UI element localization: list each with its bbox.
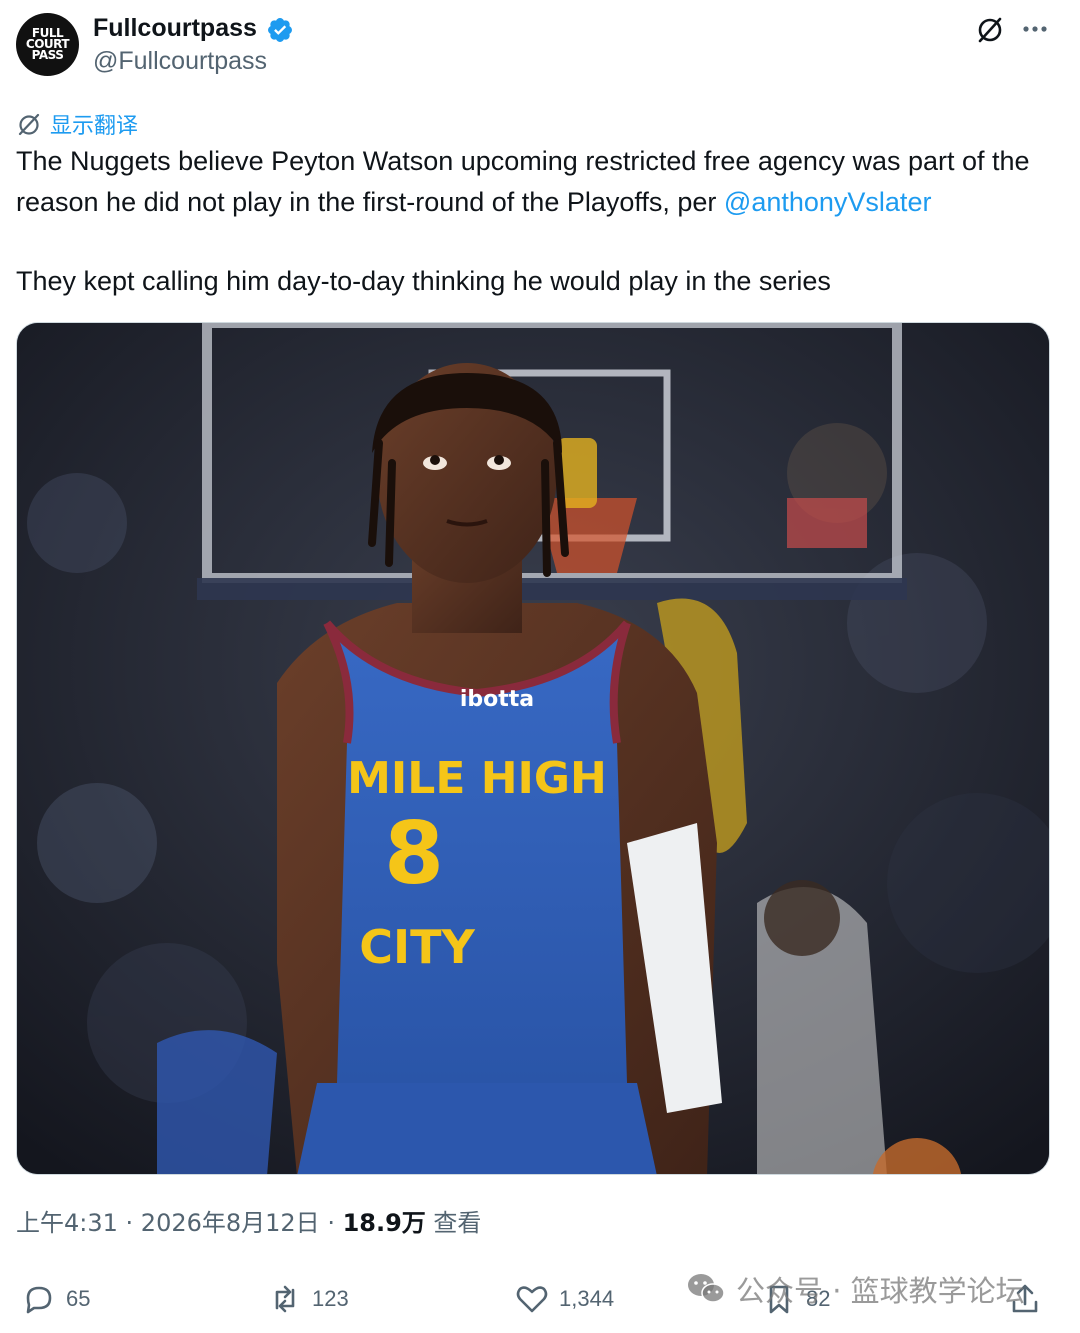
bookmark-icon [769, 1285, 789, 1314]
verified-badge-icon [268, 18, 292, 42]
more-options-icon[interactable] [1020, 14, 1050, 44]
repost-button[interactable]: 123 [268, 1282, 349, 1316]
tweet-paragraph-1: The Nuggets believe Peyton Watson upcomi… [16, 141, 1056, 223]
share-button[interactable] [1008, 1282, 1042, 1316]
action-bar: 65 123 1,344 82 [0, 1262, 1080, 1333]
reply-button[interactable]: 65 [22, 1282, 90, 1316]
jersey-sponsor: ibotta [460, 687, 534, 712]
grok-icon[interactable] [974, 14, 1006, 46]
tweet-text: The Nuggets believe Peyton Watson upcomi… [16, 141, 1056, 302]
meta-separator: · [117, 1209, 141, 1237]
reply-icon [26, 1286, 52, 1314]
bookmark-button[interactable]: 82 [762, 1282, 830, 1316]
jersey-number: 8 [384, 804, 444, 904]
repost-count: 123 [312, 1286, 349, 1311]
reply-count: 65 [66, 1286, 91, 1311]
avatar[interactable]: FULL COURT PASS [16, 13, 79, 76]
translate-label: 显示翻译 [50, 114, 139, 139]
share-icon [1012, 1284, 1038, 1313]
tweet-date[interactable]: 2026年8月12日 [141, 1209, 320, 1237]
views-count: 18.9万 [342, 1209, 426, 1237]
views-label: 查看 [425, 1209, 482, 1237]
tweet-meta: 上午4:31 · 2026年8月12日 · 18.9万 查看 [16, 1203, 481, 1238]
author-handle[interactable]: @Fullcourtpass [93, 47, 267, 76]
mention-link[interactable]: @anthonyVslater [724, 187, 932, 217]
tweet-photo[interactable]: ibotta MILE HIGH 8 CITY [16, 322, 1050, 1175]
tweet-time[interactable]: 上午4:31 [16, 1209, 118, 1237]
author-display-name[interactable]: Fullcourtpass [93, 14, 257, 43]
avatar-logo-text: FULL COURT PASS [25, 26, 70, 62]
meta-separator: · [319, 1209, 343, 1237]
bookmark-count: 82 [806, 1286, 831, 1311]
player-photo-illustration: ibotta MILE HIGH 8 CITY [17, 323, 1049, 1174]
jersey-text-top: MILE HIGH [347, 753, 607, 804]
like-count: 1,344 [559, 1286, 615, 1311]
show-translation-link[interactable]: 显示翻译 [16, 108, 138, 140]
tweet-paragraph-2: They kept calling him day-to-day thinkin… [16, 266, 831, 296]
translate-icon [18, 113, 40, 136]
like-button[interactable]: 1,344 [515, 1282, 614, 1316]
heart-icon [516, 1286, 548, 1313]
jersey-text-bottom: CITY [359, 920, 475, 974]
repost-icon [275, 1285, 295, 1313]
